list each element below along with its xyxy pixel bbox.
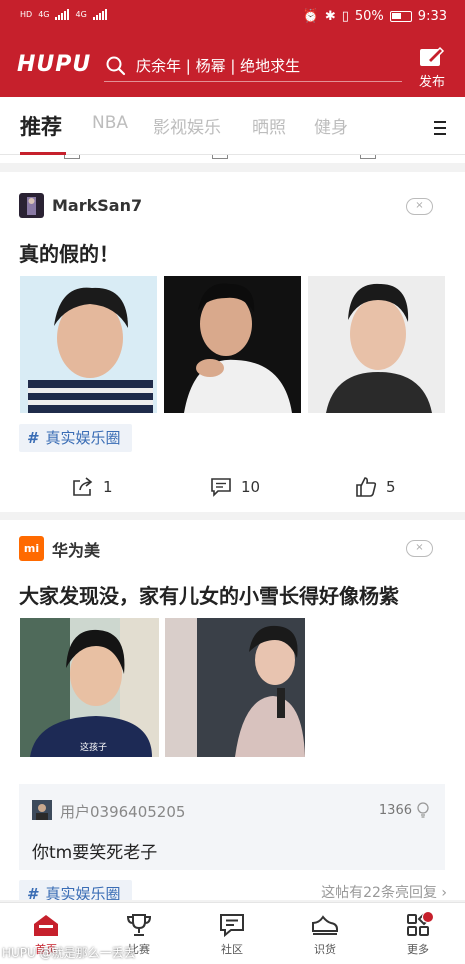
tag-label: 真实娱乐圈 <box>45 885 121 900</box>
trophy-icon <box>126 914 152 936</box>
tab-fitness[interactable]: 健身 <box>314 113 348 138</box>
publish-label: 发布 <box>418 75 445 90</box>
tab-entertainment[interactable]: 影视娱乐 <box>153 113 221 138</box>
menu-icon[interactable] <box>434 121 446 139</box>
nav-more[interactable]: 更多 <box>388 911 448 957</box>
post-image[interactable]: 这孩子 <box>20 618 159 757</box>
vibrate-icon: ▯ <box>341 9 349 24</box>
top-bar: HD 4G 4G ⏰ ✱ ▯ 50% 9:33 HUPU 庆余年 | 杨幂 | … <box>0 0 465 97</box>
avatar[interactable] <box>19 193 44 218</box>
nav-shop[interactable]: 识货 <box>295 913 355 957</box>
avatar[interactable]: mi <box>19 536 44 561</box>
search-icon <box>106 56 126 75</box>
tab-nba[interactable]: NBA <box>92 113 128 133</box>
topic-tag[interactable]: # 真实娱乐圈 <box>19 424 133 452</box>
author-name[interactable]: MarkSan7 <box>52 196 142 215</box>
network-label-2: 4G <box>75 9 87 19</box>
image-caption: 这孩子 <box>80 743 108 753</box>
battery-percent: 50% <box>354 9 384 24</box>
dismiss-button[interactable]: × <box>406 540 433 557</box>
reply-likes: 1366 <box>378 802 412 818</box>
battery-icon <box>389 11 412 22</box>
share-button[interactable]: 1 <box>72 477 113 497</box>
home-icon <box>34 915 58 936</box>
comment-icon <box>211 478 231 497</box>
post-image[interactable] <box>164 276 301 413</box>
search-placeholder: 庆余年 | 杨幂 | 绝地求生 <box>136 57 301 75</box>
reply-avatar[interactable] <box>32 800 52 820</box>
post-image[interactable] <box>308 276 445 413</box>
previous-post-actions <box>0 155 465 163</box>
search-bar[interactable]: 庆余年 | 杨幂 | 绝地求生 <box>104 50 402 82</box>
post-image[interactable] <box>165 618 305 757</box>
hupu-logo[interactable]: HUPU <box>17 52 91 77</box>
top-reply[interactable]: 用户0396405205 1366 你tm要笑死老子 <box>19 784 445 870</box>
network-label: 4G <box>38 9 50 19</box>
nav-community[interactable]: 社区 <box>202 913 262 957</box>
comment-button[interactable]: 10 <box>210 477 260 497</box>
notification-badge <box>422 911 434 923</box>
nav-community-label: 社区 <box>221 943 243 956</box>
post-title[interactable]: 大家发现没，家有儿女的小雪长得好像杨紫 <box>19 580 399 609</box>
signal-icon-2 <box>92 8 107 20</box>
post-footer: # 真实娱乐圈 这帖有22条亮回复 › <box>0 880 465 900</box>
more-replies-link[interactable]: 这帖有22条亮回复 › <box>321 882 447 900</box>
comment-count: 10 <box>241 478 261 496</box>
post-author[interactable]: mi 华为美 <box>19 536 100 561</box>
like-count: 5 <box>386 478 396 496</box>
lightbulb-icon <box>417 802 429 818</box>
status-bar: HD 4G 4G ⏰ ✱ ▯ 50% 9:33 <box>0 0 465 36</box>
post-card[interactable]: mi 华为美 × 大家发现没，家有儿女的小雪长得好像杨紫 这孩子 用户03964… <box>0 520 465 900</box>
share-icon <box>73 477 93 496</box>
tab-photos[interactable]: 晒照 <box>252 113 286 138</box>
edit-icon <box>420 46 445 66</box>
thumbs-up-icon <box>356 477 377 497</box>
post-card[interactable]: MarkSan7 × 真的假的！ # 真实娱乐圈 1 10 5 <box>0 172 465 512</box>
share-count: 1 <box>103 478 113 496</box>
reply-text: 你tm要笑死老子 <box>32 843 158 863</box>
hashtag-icon: # <box>27 885 38 900</box>
nav-more-label: 更多 <box>407 943 429 956</box>
chat-icon <box>220 914 244 937</box>
post-image[interactable] <box>20 276 157 413</box>
hd-badge: HD <box>20 9 33 19</box>
hashtag-icon: # <box>27 429 38 447</box>
reply-username[interactable]: 用户0396405205 <box>60 801 185 822</box>
signal-icon <box>55 8 70 20</box>
post-author[interactable]: MarkSan7 <box>19 193 142 218</box>
post-title[interactable]: 真的假的！ <box>19 238 119 267</box>
nav-shop-label: 识货 <box>314 943 336 956</box>
alarm-icon: ⏰ <box>302 9 319 24</box>
publish-button[interactable]: 发布 <box>415 46 449 90</box>
category-tabs: 推荐 NBA 影视娱乐 晒照 健身 <box>0 97 465 155</box>
bluetooth-icon: ✱ <box>324 9 336 24</box>
tab-recommend[interactable]: 推荐 <box>20 111 62 141</box>
author-name[interactable]: 华为美 <box>52 537 100 561</box>
topic-tag[interactable]: # 真实娱乐圈 <box>19 880 133 900</box>
clock: 9:33 <box>417 9 447 24</box>
sneaker-icon <box>312 915 338 935</box>
watermark: HUPU @就是那么一丢丢 <box>2 946 136 960</box>
dismiss-button[interactable]: × <box>406 198 433 215</box>
reply-like-count[interactable]: 1366 <box>379 802 429 818</box>
like-button[interactable]: 5 <box>355 477 396 497</box>
post-actions: 1 10 5 <box>0 477 465 507</box>
tag-label: 真实娱乐圈 <box>45 429 121 447</box>
